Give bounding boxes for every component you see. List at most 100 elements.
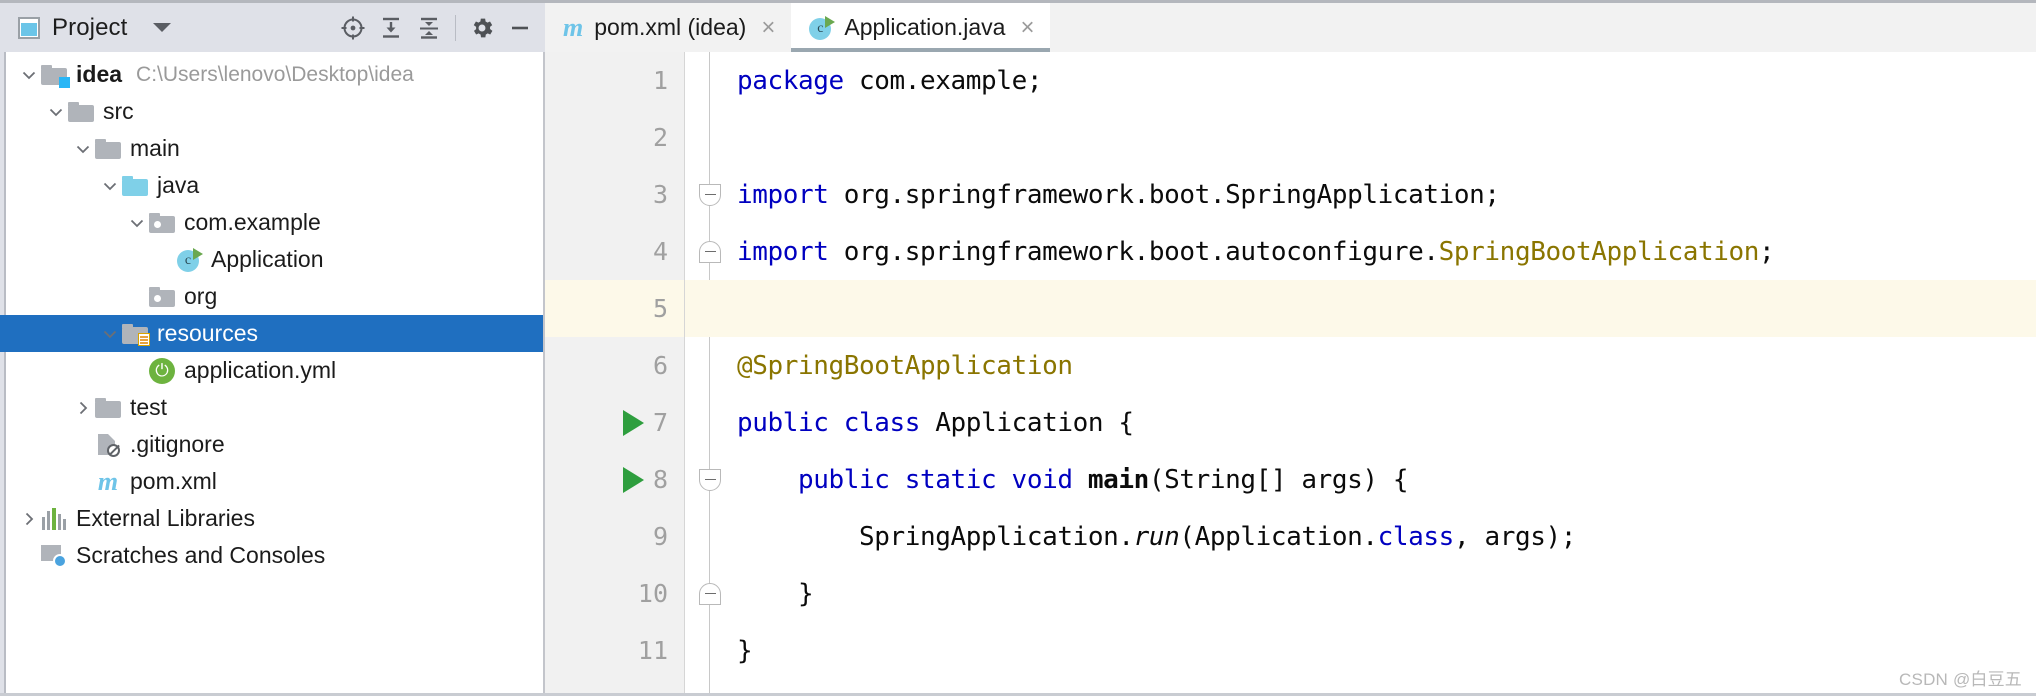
tree-arrow[interactable] [18,510,40,528]
tree-node-label: idea [76,61,123,87]
close-icon[interactable]: × [1020,15,1034,40]
gutter-line[interactable]: 1 [545,52,684,109]
gutter-line[interactable]: 5 [545,280,684,337]
tree-node-icon [40,507,68,530]
code-editor[interactable]: 1 2 3 4 5 6 7 8 9 10 11 package com.example; import… [545,52,2036,696]
main-body: idea C:\Users\lenovo\Desktop\idea src main j… [0,52,2036,696]
code-line[interactable]: } [685,622,2036,679]
maven-icon: m [97,466,119,496]
run-icon[interactable] [623,409,644,436]
maven-icon: m [563,12,584,42]
gutter-line[interactable]: 9 [545,508,684,565]
tree-arrow[interactable] [45,103,67,121]
java-class-icon: c [177,247,203,272]
code-text: @SpringBootApplication [737,350,1073,381]
tree-node-label: main [130,135,180,161]
code-fold-icon[interactable] [699,183,721,206]
editor-code-area[interactable]: package com.example; import org.springfra… [685,52,2036,696]
line-number: 4 [652,237,668,266]
tree-arrow[interactable] [99,325,121,343]
tree-node-scratches-and-consoles[interactable]: Scratches and Consoles [0,537,543,574]
tree-node-label: Application [211,246,324,272]
close-icon[interactable]: × [761,15,775,40]
code-text: import org.springframework.boot.autoconf… [737,236,1775,267]
gutter-line[interactable]: 10 [545,565,684,622]
tree-node-pom-xml[interactable]: m pom.xml [0,463,543,500]
tree-node-main[interactable]: main [0,130,543,167]
tree-arrow[interactable] [126,214,148,232]
project-window-icon [18,16,40,39]
chevron-right-icon [25,512,34,525]
code-fold-icon[interactable] [699,582,721,605]
gutter-line[interactable]: 3 [545,166,684,223]
tree-arrow[interactable] [72,399,94,417]
line-number: 8 [652,465,668,494]
tree-node-label: src [103,98,134,124]
gear-icon[interactable] [463,9,501,47]
locate-icon[interactable] [334,9,372,47]
tree-node-src[interactable]: src [0,93,543,130]
resources-folder-icon [122,323,150,346]
code-text: } [737,635,753,666]
tree-node-external-libraries[interactable]: External Libraries [0,500,543,537]
gitignore-file-icon [96,433,120,457]
code-line[interactable]: public class Application { [685,394,2036,451]
code-line[interactable]: package com.example; [685,52,2036,109]
code-line[interactable]: SpringApplication.run(Application.class,… [685,508,2036,565]
chevron-down-icon[interactable] [153,23,172,32]
code-text: SpringApplication.run(Application.class,… [737,521,1576,552]
tab-pom-xml[interactable]: m pom.xml (idea) × [545,3,792,52]
expand-all-icon[interactable] [372,9,410,47]
tree-arrow[interactable] [72,140,94,158]
tree-node-label: application.yml [184,357,337,383]
tree-node-idea[interactable]: idea C:\Users\lenovo\Desktop\idea [0,56,543,93]
spring-yaml-icon: ⏻ [149,357,175,384]
tree-node-icon [121,323,150,346]
code-line[interactable]: public static void main(String[] args) { [685,451,2036,508]
run-icon[interactable] [623,466,644,493]
code-line[interactable]: import org.springframework.boot.SpringAp… [685,166,2036,223]
code-line[interactable]: import org.springframework.boot.autoconf… [685,223,2036,280]
tree-node-org[interactable]: org [0,278,543,315]
tree-arrow[interactable] [99,177,121,195]
gutter-line[interactable]: 8 [545,451,684,508]
gutter-line[interactable]: 2 [545,109,684,166]
tree-node-application-yml[interactable]: ⏻ application.yml [0,352,543,389]
scratches-icon [41,544,67,568]
line-number: 6 [652,351,668,380]
code-line[interactable]: @SpringBootApplication [685,337,2036,394]
tree-node-application[interactable]: c Application [0,241,543,278]
line-number: 10 [637,579,668,608]
code-fold-icon[interactable] [699,468,721,491]
code-line[interactable]: } [685,565,2036,622]
gutter-line[interactable]: 4 [545,223,684,280]
code-line[interactable] [685,109,2036,166]
tree-node-gitignore[interactable]: .gitignore [0,426,543,463]
package-icon [149,286,175,307]
tab-application-java[interactable]: c Application.java × [791,3,1051,52]
chevron-down-icon [130,219,144,227]
line-number: 2 [652,123,668,152]
code-fold-icon[interactable] [699,240,721,263]
tree-node-test[interactable]: test [0,389,543,426]
gutter-line[interactable]: 7 [545,394,684,451]
tree-node-icon [148,212,176,233]
libraries-icon [42,507,67,530]
code-line[interactable] [685,280,2036,337]
tree-node-icon: c [175,247,203,272]
project-toolwindow-title-group[interactable]: Project [18,14,172,42]
editor-gutter[interactable]: 1 2 3 4 5 6 7 8 9 10 11 [545,52,685,696]
tree-node-icon [40,64,70,88]
tree-node-com-example[interactable]: com.example [0,204,543,241]
tree-arrow[interactable] [18,66,40,84]
tree-node-path: C:\Users\lenovo\Desktop\idea [136,62,414,86]
tree-node-java[interactable]: java [0,167,543,204]
tree-node-icon [67,101,95,122]
minimize-icon[interactable] [501,9,539,47]
gutter-line[interactable]: 11 [545,622,684,679]
gutter-line[interactable]: 6 [545,337,684,394]
line-number: 7 [652,408,668,437]
tree-node-resources[interactable]: resources [0,315,543,352]
collapse-all-icon[interactable] [410,9,448,47]
tree-node-label: Scratches and Consoles [76,542,326,568]
